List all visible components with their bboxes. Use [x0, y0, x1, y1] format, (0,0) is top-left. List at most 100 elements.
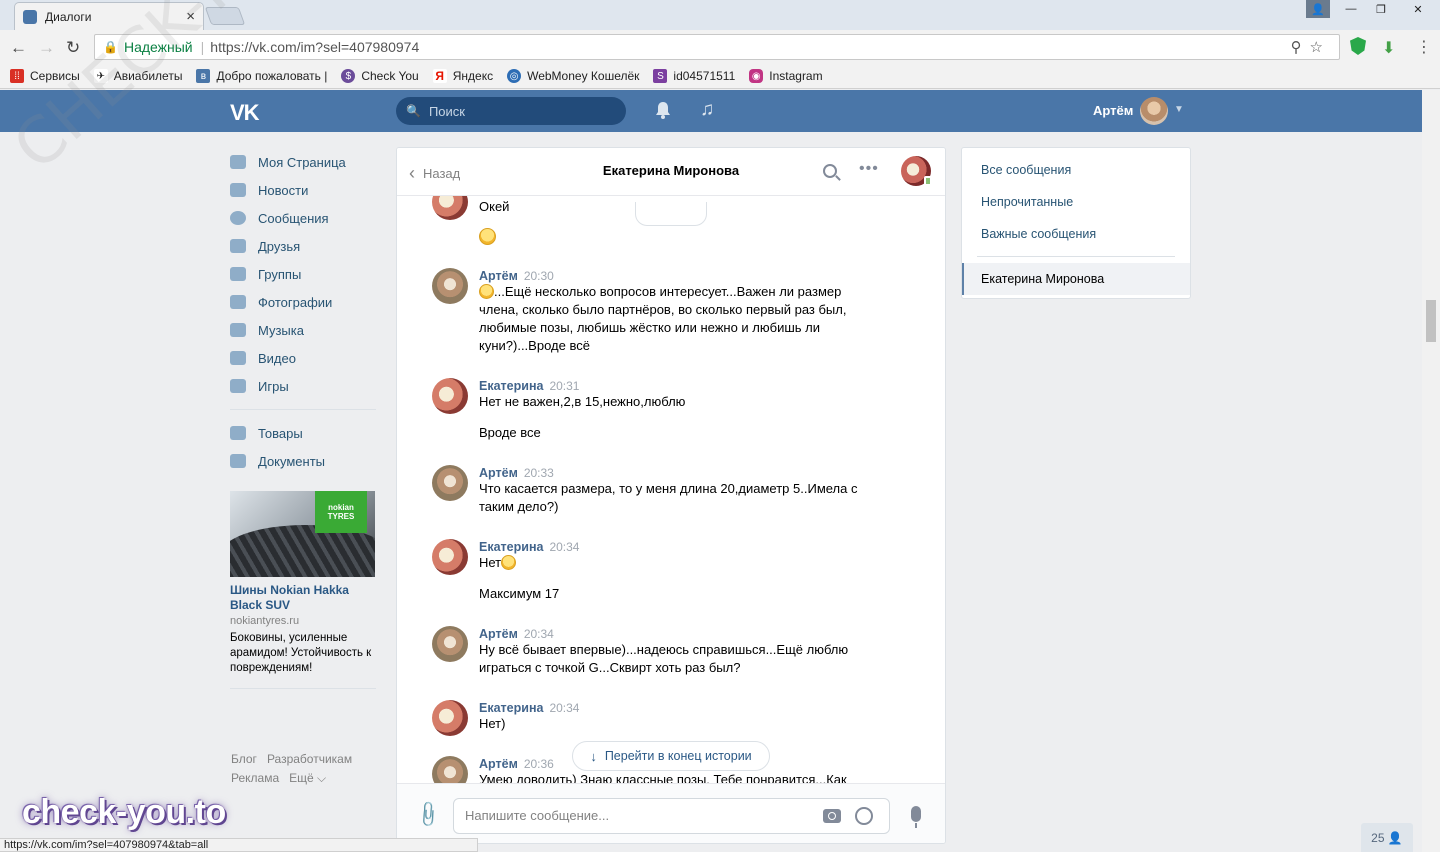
- menu-friends[interactable]: Друзья: [230, 232, 376, 260]
- message-avatar[interactable]: [432, 196, 468, 220]
- profile-icon[interactable]: 👤: [1306, 0, 1330, 18]
- menu-groups[interactable]: Группы: [230, 260, 376, 288]
- more-actions-icon[interactable]: •••: [859, 160, 879, 178]
- forward-arrow-icon[interactable]: →: [38, 38, 55, 58]
- new-tab-button[interactable]: [204, 7, 246, 25]
- message-avatar[interactable]: [432, 700, 468, 736]
- menu-my-page[interactable]: Моя Страница: [230, 148, 376, 176]
- message-text: Ну всё бывает впервые)...надеюсь справиш…: [479, 642, 849, 675]
- message-avatar[interactable]: [432, 626, 468, 662]
- footer-blog-link[interactable]: Блог: [231, 752, 257, 766]
- message-time: 20:30: [523, 269, 554, 283]
- header-avatar[interactable]: [1140, 97, 1168, 125]
- message-time: 20:34: [523, 627, 554, 641]
- menu-music[interactable]: Музыка: [230, 316, 376, 344]
- menu-photos[interactable]: Фотографии: [230, 288, 376, 316]
- message-author[interactable]: Артём: [479, 466, 518, 480]
- close-window-button[interactable]: ✕: [1396, 0, 1440, 18]
- browser-tab[interactable]: Диалоги ×: [14, 2, 204, 30]
- camera-icon[interactable]: [823, 809, 841, 823]
- ad-image[interactable]: nokian TYRES: [230, 491, 375, 577]
- message-input[interactable]: [465, 808, 805, 823]
- chevron-down-icon[interactable]: ▼: [1174, 104, 1184, 115]
- footer-more-link[interactable]: Ещё ⌵: [289, 771, 326, 785]
- message-avatar[interactable]: [432, 378, 468, 414]
- peer-avatar[interactable]: [901, 156, 932, 186]
- person-icon: 👤: [1387, 830, 1403, 845]
- header-user-name[interactable]: Артём: [1093, 103, 1133, 118]
- search-input[interactable]: [428, 103, 609, 119]
- online-friends-counter[interactable]: 25 👤: [1361, 823, 1413, 852]
- back-arrow-icon[interactable]: ←: [10, 38, 27, 58]
- menu-messages[interactable]: Сообщения: [230, 204, 376, 232]
- footer-dev-link[interactable]: Разработчикам: [267, 752, 352, 766]
- bookmarks-bar: ⁞⁞ Сервисы ✈ Авиабилеты в Добро пожаловать …: [0, 64, 1440, 89]
- scroll-thumb[interactable]: [1426, 300, 1436, 342]
- menu-games[interactable]: Игры: [230, 372, 376, 400]
- message-author[interactable]: Артём: [479, 269, 518, 283]
- bookmark-instagram[interactable]: ◉ Instagram: [749, 69, 823, 83]
- page-scrollbar[interactable]: [1422, 90, 1440, 852]
- filter-unread[interactable]: Непрочитанные: [962, 186, 1190, 218]
- omnibox[interactable]: 🔒 Надежный | https://vk.com/im?sel=40798…: [94, 34, 1340, 60]
- message-avatar[interactable]: [432, 756, 468, 783]
- search-box[interactable]: 🔍: [396, 97, 626, 125]
- message-author[interactable]: Артём: [479, 757, 518, 771]
- filter-important[interactable]: Важные сообщения: [962, 218, 1190, 250]
- message-history[interactable]: Окей Артём 20:30 ...Ещё несколько вопросо…: [397, 196, 945, 783]
- bookmark-yandex[interactable]: Я Яндекс: [432, 69, 493, 83]
- music-note-icon[interactable]: ♫: [700, 99, 714, 121]
- message-input-box[interactable]: [453, 798, 890, 834]
- flushed-emoji-icon: [479, 228, 496, 245]
- bookmark-star-icon[interactable]: ⚲☆: [1291, 38, 1331, 56]
- flushed-emoji-icon: [501, 555, 517, 570]
- message-time: 20:36: [523, 757, 554, 771]
- go-to-end-button[interactable]: ↓ Перейти в конец истории: [572, 741, 770, 771]
- microphone-icon[interactable]: [911, 806, 921, 828]
- bookmark-webmoney[interactable]: ◎ WebMoney Кошелёк: [507, 69, 639, 83]
- filter-all-messages[interactable]: Все сообщения: [962, 154, 1190, 186]
- minimize-button[interactable]: —: [1336, 0, 1366, 18]
- chat-search-icon[interactable]: [823, 164, 837, 178]
- message-avatar[interactable]: [432, 539, 468, 575]
- tab-title: Диалоги: [45, 9, 92, 24]
- menu-goods[interactable]: Товары: [230, 419, 376, 447]
- bookmark-vk[interactable]: в Добро пожаловать |: [196, 69, 327, 83]
- message-text: Нет не важен,2,в 15,нежно,люблю: [479, 394, 686, 409]
- home-icon: [230, 155, 246, 169]
- watermark-text: check-you.to: [22, 793, 226, 831]
- message-author[interactable]: Артём: [479, 627, 518, 641]
- kiss-emoji-icon: [479, 284, 494, 299]
- footer-links: Блог Разработчикам Реклама Ещё ⌵: [231, 750, 377, 788]
- emoji-picker-icon[interactable]: [855, 807, 873, 825]
- menu-news[interactable]: Новости: [230, 176, 376, 204]
- ad-title[interactable]: Шины Nokian Hakka Black SUV: [230, 583, 376, 613]
- url-text[interactable]: https://vk.com/im?sel=407980974: [210, 39, 419, 55]
- notifications-bell-icon[interactable]: [654, 100, 672, 120]
- message-item: Артём 20:33 Что касается размера, то у ме…: [432, 465, 872, 516]
- message-avatar[interactable]: [432, 465, 468, 501]
- message-author[interactable]: Екатерина: [479, 540, 543, 554]
- menu-video[interactable]: Видео: [230, 344, 376, 372]
- bookmark-services[interactable]: ⁞⁞ Сервисы: [10, 69, 80, 83]
- message-avatar[interactable]: [432, 268, 468, 304]
- attach-paperclip-icon[interactable]: 📎: [413, 799, 444, 830]
- download-extension-icon[interactable]: ⬇: [1382, 38, 1395, 58]
- browser-menu-icon[interactable]: ⋮: [1416, 37, 1432, 57]
- menu-documents[interactable]: Документы: [230, 447, 376, 475]
- reload-icon[interactable]: ↻: [66, 38, 80, 58]
- open-conversation-item[interactable]: Екатерина Миронова: [962, 263, 1190, 295]
- message-author[interactable]: Екатерина: [479, 379, 543, 393]
- ad-divider: [230, 688, 376, 689]
- secure-label: Надежный: [123, 39, 193, 55]
- message-author[interactable]: Екатерина: [479, 701, 543, 715]
- vk-logo[interactable]: VK: [230, 100, 260, 126]
- bookmark-id[interactable]: Sid04571511: [653, 69, 735, 83]
- bookmark-flights[interactable]: ✈ Авиабилеты: [93, 69, 182, 83]
- ad-block[interactable]: nokian TYRES Шины Nokian Hakka Black SUV …: [230, 491, 376, 676]
- bookmark-check-you[interactable]: $ Check You: [341, 69, 419, 83]
- tab-close-icon[interactable]: ×: [186, 8, 195, 25]
- chat-panel: ‹ Назад Екатерина Миронова ••• Окей Артём…: [396, 147, 946, 844]
- maximize-button[interactable]: ❐: [1366, 0, 1396, 18]
- footer-ads-link[interactable]: Реклама: [231, 771, 279, 785]
